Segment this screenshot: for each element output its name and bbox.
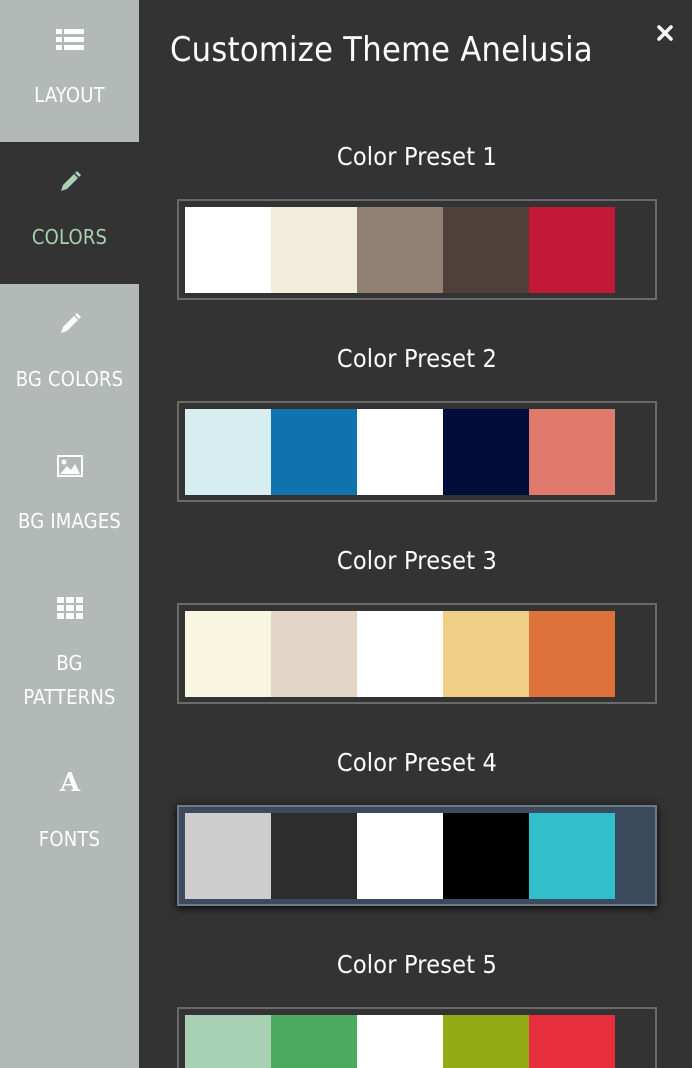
close-button[interactable] [654, 22, 676, 48]
color-swatch [271, 207, 357, 293]
color-preset-4[interactable] [177, 805, 657, 906]
sidebar-item-label: FONTS [38, 827, 101, 851]
color-swatch [185, 611, 271, 697]
color-swatch [529, 813, 615, 899]
sidebar-item-label: LAYOUT [34, 83, 105, 107]
customizer-panel: Customize Theme Anelusia Color Preset 1 … [139, 0, 692, 1068]
sidebar-item-bg-patterns[interactable]: BG PATTERNS [0, 568, 139, 738]
color-swatch [529, 409, 615, 495]
sidebar-item-bg-colors[interactable]: BG COLORS [0, 284, 139, 426]
color-swatch [529, 611, 615, 697]
color-swatch [357, 611, 443, 697]
sidebar-item-layout[interactable]: LAYOUT [0, 0, 139, 142]
color-swatch [271, 409, 357, 495]
sidebar-item-bg-images[interactable]: BG IMAGES [0, 426, 139, 568]
list-icon [0, 26, 139, 54]
color-preset-2[interactable] [177, 401, 657, 502]
font-icon: A [0, 768, 139, 796]
svg-text:A: A [58, 770, 80, 794]
color-swatch [271, 813, 357, 899]
sidebar-item-colors[interactable]: COLORS [0, 142, 139, 284]
color-swatch [357, 1015, 443, 1068]
preset-title-4: Color Preset 4 [336, 748, 498, 777]
color-swatch [185, 409, 271, 495]
color-swatch [357, 207, 443, 293]
sidebar-item-fonts[interactable]: A FONTS [0, 738, 139, 880]
color-swatch [185, 207, 271, 293]
close-icon [656, 24, 674, 46]
image-icon [0, 452, 139, 480]
color-swatch [443, 1015, 529, 1068]
preset-title-1: Color Preset 1 [336, 142, 498, 171]
preset-title-5: Color Preset 5 [336, 950, 498, 979]
color-preset-3[interactable] [177, 603, 657, 704]
color-swatch [529, 207, 615, 293]
color-swatch [443, 813, 529, 899]
sidebar-item-label: BG IMAGES [18, 509, 121, 533]
color-swatch [185, 813, 271, 899]
sidebar-item-label-line1: BG [56, 651, 83, 675]
color-swatch [443, 611, 529, 697]
color-swatch [357, 409, 443, 495]
color-swatch [443, 409, 529, 495]
color-swatch [443, 207, 529, 293]
sidebar-item-label: COLORS [31, 225, 108, 249]
color-preset-1[interactable] [177, 199, 657, 300]
color-preset-5[interactable] [177, 1007, 657, 1068]
grid-icon [0, 594, 139, 622]
color-swatch [529, 1015, 615, 1068]
color-swatch [185, 1015, 271, 1068]
color-swatch [271, 1015, 357, 1068]
customizer-sidebar: LAYOUT COLORS BG COLORS BG IMAGES BG PAT… [0, 0, 139, 1068]
pencil-icon [0, 310, 139, 338]
color-swatch [357, 813, 443, 899]
preset-title-2: Color Preset 2 [336, 344, 498, 373]
color-swatch [271, 611, 357, 697]
sidebar-item-label: BG COLORS [15, 367, 124, 391]
preset-title-3: Color Preset 3 [336, 546, 498, 575]
sidebar-item-label-line2: PATTERNS [23, 685, 116, 709]
panel-title: Customize Theme Anelusia [170, 30, 593, 70]
pencil-icon [0, 168, 139, 196]
